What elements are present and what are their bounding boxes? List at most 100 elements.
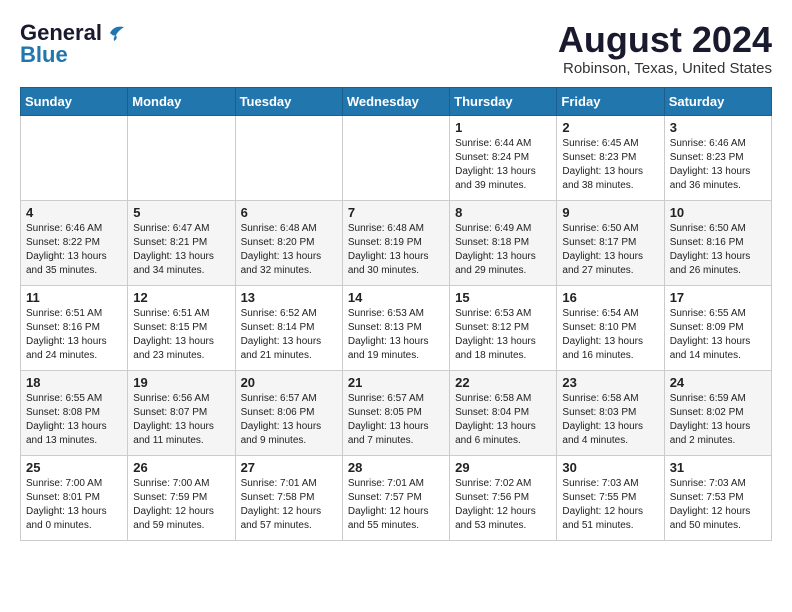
day-info: Sunrise: 6:58 AM Sunset: 8:03 PM Dayligh… [562,392,658,448]
day-number: 3 [670,120,766,135]
day-number: 27 [241,460,337,475]
day-info: Sunrise: 6:53 AM Sunset: 8:12 PM Dayligh… [455,307,551,363]
day-info: Sunrise: 6:46 AM Sunset: 8:23 PM Dayligh… [670,137,766,193]
day-info: Sunrise: 7:00 AM Sunset: 8:01 PM Dayligh… [26,477,122,533]
calendar-cell [235,115,342,200]
calendar-cell: 10 Sunrise: 6:50 AM Sunset: 8:16 PM Dayli… [664,200,771,285]
day-number: 30 [562,460,658,475]
location: Robinson, Texas, United States [558,60,772,77]
calendar-cell: 6Sunrise: 6:48 AM Sunset: 8:20 PM Daylig… [235,200,342,285]
calendar-cell: 2 Sunrise: 6:45 AM Sunset: 8:23 PM Daylig… [557,115,664,200]
day-number: 17 [670,290,766,305]
day-info: Sunrise: 7:02 AM Sunset: 7:56 PM Dayligh… [455,477,551,533]
calendar-cell: 14Sunrise: 6:53 AM Sunset: 8:13 PM Dayli… [342,285,449,370]
calendar-week-3: 11Sunrise: 6:51 AM Sunset: 8:16 PM Dayli… [21,285,772,370]
calendar-cell: 7Sunrise: 6:48 AM Sunset: 8:19 PM Daylig… [342,200,449,285]
calendar-table: SundayMondayTuesdayWednesdayThursdayFrid… [20,87,772,541]
weekday-header-saturday: Saturday [664,87,771,115]
day-info: Sunrise: 6:57 AM Sunset: 8:05 PM Dayligh… [348,392,444,448]
calendar-cell: 23 Sunrise: 6:58 AM Sunset: 8:03 PM Dayli… [557,370,664,455]
page-header: General Blue August 2024 Robinson, Texas… [20,20,772,77]
day-number: 22 [455,375,551,390]
day-info: Sunrise: 6:44 AM Sunset: 8:24 PM Dayligh… [455,137,551,193]
day-number: 23 [562,375,658,390]
calendar-cell: 15 Sunrise: 6:53 AM Sunset: 8:12 PM Dayli… [450,285,557,370]
calendar-cell: 24 Sunrise: 6:59 AM Sunset: 8:02 PM Dayli… [664,370,771,455]
day-info: Sunrise: 6:50 AM Sunset: 8:16 PM Dayligh… [670,222,766,278]
calendar-cell: 12 Sunrise: 6:51 AM Sunset: 8:15 PM Dayli… [128,285,235,370]
day-info: Sunrise: 6:46 AM Sunset: 8:22 PM Dayligh… [26,222,122,278]
calendar-cell: 4 Sunrise: 6:46 AM Sunset: 8:22 PM Daylig… [21,200,128,285]
calendar-cell: 8 Sunrise: 6:49 AM Sunset: 8:18 PM Daylig… [450,200,557,285]
day-number: 28 [348,460,444,475]
day-info: Sunrise: 6:51 AM Sunset: 8:15 PM Dayligh… [133,307,229,363]
day-info: Sunrise: 6:56 AM Sunset: 8:07 PM Dayligh… [133,392,229,448]
day-info: Sunrise: 7:01 AM Sunset: 7:58 PM Dayligh… [241,477,337,533]
day-number: 9 [562,205,658,220]
calendar-cell: 29 Sunrise: 7:02 AM Sunset: 7:56 PM Dayli… [450,455,557,540]
day-number: 2 [562,120,658,135]
day-info: Sunrise: 6:54 AM Sunset: 8:10 PM Dayligh… [562,307,658,363]
calendar-cell: 5 Sunrise: 6:47 AM Sunset: 8:21 PM Daylig… [128,200,235,285]
day-number: 8 [455,205,551,220]
calendar-cell: 1Sunrise: 6:44 AM Sunset: 8:24 PM Daylig… [450,115,557,200]
day-info: Sunrise: 7:03 AM Sunset: 7:55 PM Dayligh… [562,477,658,533]
calendar-cell: 27 Sunrise: 7:01 AM Sunset: 7:58 PM Dayli… [235,455,342,540]
weekday-header-sunday: Sunday [21,87,128,115]
day-info: Sunrise: 6:45 AM Sunset: 8:23 PM Dayligh… [562,137,658,193]
day-info: Sunrise: 6:50 AM Sunset: 8:17 PM Dayligh… [562,222,658,278]
calendar-week-1: 1Sunrise: 6:44 AM Sunset: 8:24 PM Daylig… [21,115,772,200]
calendar-cell [21,115,128,200]
day-info: Sunrise: 6:49 AM Sunset: 8:18 PM Dayligh… [455,222,551,278]
day-info: Sunrise: 6:59 AM Sunset: 8:02 PM Dayligh… [670,392,766,448]
day-info: Sunrise: 6:47 AM Sunset: 8:21 PM Dayligh… [133,222,229,278]
day-number: 20 [241,375,337,390]
day-info: Sunrise: 7:03 AM Sunset: 7:53 PM Dayligh… [670,477,766,533]
day-number: 15 [455,290,551,305]
calendar-cell: 9 Sunrise: 6:50 AM Sunset: 8:17 PM Daylig… [557,200,664,285]
day-info: Sunrise: 6:48 AM Sunset: 8:20 PM Dayligh… [241,222,337,278]
calendar-cell: 26Sunrise: 7:00 AM Sunset: 7:59 PM Dayli… [128,455,235,540]
day-number: 26 [133,460,229,475]
day-number: 24 [670,375,766,390]
calendar-cell: 13Sunrise: 6:52 AM Sunset: 8:14 PM Dayli… [235,285,342,370]
day-number: 25 [26,460,122,475]
title-area: August 2024 Robinson, Texas, United Stat… [558,20,772,77]
calendar-cell: 3 Sunrise: 6:46 AM Sunset: 8:23 PM Daylig… [664,115,771,200]
day-info: Sunrise: 6:58 AM Sunset: 8:04 PM Dayligh… [455,392,551,448]
day-number: 21 [348,375,444,390]
weekday-header-wednesday: Wednesday [342,87,449,115]
calendar-cell: 28Sunrise: 7:01 AM Sunset: 7:57 PM Dayli… [342,455,449,540]
calendar-cell: 11Sunrise: 6:51 AM Sunset: 8:16 PM Dayli… [21,285,128,370]
day-number: 13 [241,290,337,305]
day-number: 4 [26,205,122,220]
calendar-cell: 21 Sunrise: 6:57 AM Sunset: 8:05 PM Dayli… [342,370,449,455]
calendar-cell: 18Sunrise: 6:55 AM Sunset: 8:08 PM Dayli… [21,370,128,455]
day-number: 29 [455,460,551,475]
weekday-header-tuesday: Tuesday [235,87,342,115]
calendar-cell: 16 Sunrise: 6:54 AM Sunset: 8:10 PM Dayli… [557,285,664,370]
day-number: 19 [133,375,229,390]
logo: General Blue [20,20,126,68]
day-number: 16 [562,290,658,305]
day-info: Sunrise: 6:53 AM Sunset: 8:13 PM Dayligh… [348,307,444,363]
calendar-cell: 31 Sunrise: 7:03 AM Sunset: 7:53 PM Dayli… [664,455,771,540]
day-info: Sunrise: 6:55 AM Sunset: 8:08 PM Dayligh… [26,392,122,448]
calendar-cell: 17 Sunrise: 6:55 AM Sunset: 8:09 PM Dayli… [664,285,771,370]
weekday-header-monday: Monday [128,87,235,115]
calendar-cell: 20 Sunrise: 6:57 AM Sunset: 8:06 PM Dayli… [235,370,342,455]
day-number: 10 [670,205,766,220]
calendar-week-2: 4 Sunrise: 6:46 AM Sunset: 8:22 PM Daylig… [21,200,772,285]
day-info: Sunrise: 6:55 AM Sunset: 8:09 PM Dayligh… [670,307,766,363]
day-number: 31 [670,460,766,475]
day-info: Sunrise: 6:57 AM Sunset: 8:06 PM Dayligh… [241,392,337,448]
calendar-cell: 22 Sunrise: 6:58 AM Sunset: 8:04 PM Dayli… [450,370,557,455]
day-number: 7 [348,205,444,220]
logo-blue: Blue [20,42,68,68]
day-number: 12 [133,290,229,305]
calendar-cell: 19 Sunrise: 6:56 AM Sunset: 8:07 PM Dayli… [128,370,235,455]
day-number: 5 [133,205,229,220]
calendar-cell [128,115,235,200]
weekday-header-friday: Friday [557,87,664,115]
day-info: Sunrise: 6:51 AM Sunset: 8:16 PM Dayligh… [26,307,122,363]
